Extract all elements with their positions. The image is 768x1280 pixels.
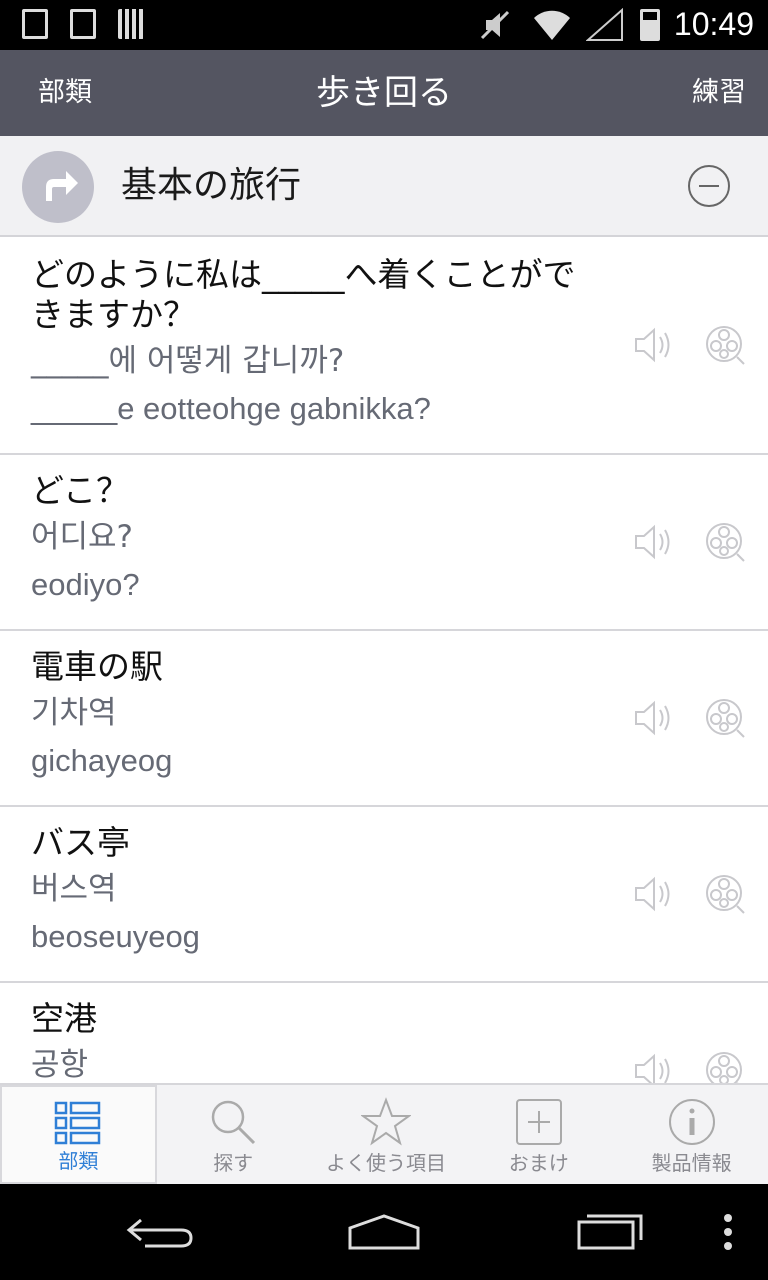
speaker-icon[interactable] — [632, 522, 676, 562]
search-icon — [211, 1100, 256, 1145]
status-time: 10:49 — [673, 6, 754, 42]
home-button[interactable] — [334, 1184, 434, 1280]
speaker-icon[interactable] — [632, 1051, 676, 1083]
section-title: 基本の旅行 — [121, 165, 302, 206]
menu-button[interactable] — [708, 1184, 748, 1280]
barcode-notification-icon — [118, 9, 144, 39]
tab-product-info[interactable]: 製品情報 — [615, 1085, 768, 1184]
recents-icon — [577, 1214, 643, 1250]
record-reel-icon[interactable] — [704, 873, 746, 915]
phrase-list[interactable]: どのように私は_____へ着くことができますか？ _____에 어떻게 갑니까?… — [0, 237, 768, 1083]
forward-arrow-icon — [46, 171, 78, 201]
speaker-icon[interactable] — [632, 698, 676, 738]
tab-search[interactable]: 探す — [157, 1085, 310, 1184]
tab-label: おまけ — [508, 1151, 569, 1175]
record-reel-icon[interactable] — [704, 697, 746, 739]
tab-categories[interactable]: 部類 — [0, 1085, 157, 1184]
back-icon — [126, 1218, 193, 1248]
phrase-japanese: 電車の駅 — [31, 647, 163, 686]
phrase-row[interactable]: 電車の駅 기차역 gichayeog — [0, 631, 768, 807]
phrase-japanese: 空港 — [31, 999, 97, 1038]
back-button[interactable] — [110, 1184, 210, 1280]
categories-icon — [55, 1101, 101, 1145]
section-header[interactable]: 基本の旅行 — [0, 136, 768, 237]
phrase-row[interactable]: 空港 공항 — [0, 983, 768, 1083]
tab-label: 部類 — [58, 1149, 99, 1173]
tab-favorites[interactable]: よく使う項目 — [310, 1085, 463, 1184]
record-reel-icon[interactable] — [704, 521, 746, 563]
phrase-japanese: バス亭 — [31, 823, 130, 862]
status-bar: 10:49 — [0, 0, 768, 50]
phrase-korean: 공항 — [31, 1047, 89, 1083]
collapse-icon[interactable] — [688, 165, 730, 207]
page-title: 歩き回る — [316, 73, 452, 113]
home-icon — [348, 1214, 420, 1250]
image-notification-icon — [70, 9, 96, 39]
plus-icon — [515, 1099, 562, 1145]
phrase-romanization: gichayeog — [31, 743, 173, 778]
phrase-korean: 어디요? — [31, 519, 134, 555]
practice-button[interactable]: 練習 — [692, 50, 746, 136]
phrase-romanization: beoseuyeog — [31, 919, 200, 954]
phrase-korean: 버스역 — [31, 871, 117, 907]
signal-icon — [585, 7, 623, 41]
phrase-japanese: どこ？ — [31, 471, 130, 510]
phrase-row[interactable]: どこ？ 어디요? eodiyo? — [0, 455, 768, 631]
tab-label: よく使う項目 — [325, 1151, 446, 1175]
phrase-romanization: eodiyo? — [31, 567, 140, 602]
mute-icon — [480, 10, 509, 39]
tab-label: 製品情報 — [651, 1151, 732, 1175]
speaker-icon[interactable] — [632, 874, 676, 914]
title-bar: 部類 歩き回る 練習 — [0, 50, 768, 136]
tab-label: 探す — [213, 1151, 254, 1175]
tab-extras[interactable]: おまけ — [462, 1085, 615, 1184]
overflow-menu-icon — [724, 1214, 732, 1250]
star-icon — [360, 1097, 411, 1146]
phrase-row[interactable]: どのように私は_____へ着くことができますか？ _____에 어떻게 갑니까?… — [0, 237, 768, 455]
speaker-icon[interactable] — [632, 325, 676, 365]
phrase-japanese: どのように私は_____へ着くことができますか？ — [31, 255, 576, 334]
battery-icon — [639, 8, 660, 41]
phrase-korean: 기차역 — [31, 695, 117, 731]
record-reel-icon[interactable] — [704, 1050, 746, 1083]
download-notification-icon — [22, 9, 48, 39]
phrase-row[interactable]: バス亭 버스역 beoseuyeog — [0, 807, 768, 983]
notification-icons — [22, 9, 144, 39]
section-icon — [22, 151, 94, 223]
info-icon — [668, 1099, 715, 1145]
record-reel-icon[interactable] — [704, 324, 746, 366]
phrase-korean: _____에 어떻게 갑니까? — [31, 343, 345, 379]
wifi-icon — [533, 10, 570, 40]
tab-bar: 部類 探す よく使う項目 おまけ 製品情報 — [0, 1083, 768, 1184]
navigation-bar — [0, 1184, 768, 1280]
recents-button[interactable] — [560, 1184, 660, 1280]
phrase-romanization: _____e eotteohge gabnikka? — [31, 391, 431, 426]
